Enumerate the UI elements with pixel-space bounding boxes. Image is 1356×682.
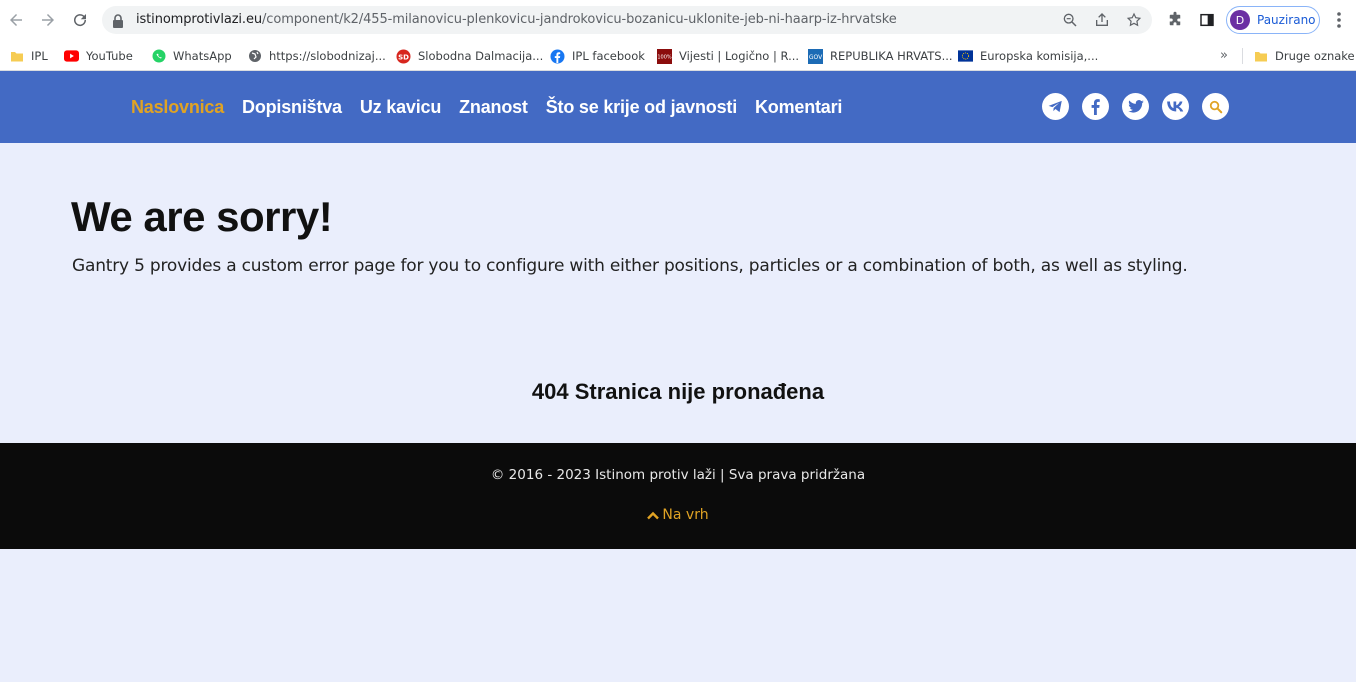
bookmark-ipl[interactable]: IPL (9, 46, 48, 66)
back-button[interactable] (4, 8, 28, 32)
folder-icon (1253, 49, 1268, 64)
bookmark-other[interactable]: Druge oznake (1253, 46, 1355, 66)
bookmark-label: YouTube (86, 49, 133, 63)
eu-flag-icon (958, 49, 973, 64)
bookmark-slobodna-dalmacija[interactable]: SD Slobodna Dalmacija... (396, 46, 543, 66)
menu-item-sto-se-krije[interactable]: Što se krije od javnosti (546, 97, 737, 118)
bookmark-whatsapp[interactable]: WhatsApp (151, 46, 232, 66)
error-description: Gantry 5 provides a custom error page fo… (72, 256, 1188, 276)
svg-text:SD: SD (398, 53, 409, 61)
arrow-left-icon (10, 14, 22, 26)
error-content: We are sorry! Gantry 5 provides a custom… (0, 143, 1356, 443)
site-footer: © 2016 - 2023 Istinom protiv laži | Sva … (0, 443, 1356, 549)
bookmark-slobodnizaj[interactable]: https://slobodnizaj... (247, 46, 386, 66)
svg-text:GOV: GOV (809, 54, 823, 61)
menu-item-dopisnistva[interactable]: Dopisništva (242, 97, 342, 118)
folder-icon (9, 49, 24, 64)
social-links (1042, 93, 1229, 120)
address-bar[interactable]: istinomprotivlazi.eu/component/k2/455-mi… (102, 6, 1152, 34)
back-to-top-label: Na vrh (662, 507, 709, 523)
reload-button[interactable] (68, 8, 92, 32)
facebook-icon[interactable] (1082, 93, 1109, 120)
facebook-icon (550, 49, 565, 64)
back-to-top-link[interactable]: Na vrh (647, 507, 709, 523)
bookmark-label: WhatsApp (173, 49, 232, 63)
bookmark-republika-hrvatska[interactable]: GOV REPUBLIKA HRVATS... (808, 46, 953, 66)
bookmark-label: REPUBLIKA HRVATS... (830, 49, 953, 63)
bookmarks-divider (1242, 48, 1243, 64)
url-text: istinomprotivlazi.eu/component/k2/455-mi… (136, 12, 897, 27)
menu-item-komentari[interactable]: Komentari (755, 97, 842, 118)
bookmark-star-icon[interactable] (1124, 10, 1144, 30)
bookmark-ipl-facebook[interactable]: IPL facebook (550, 46, 645, 66)
menu-kebab-icon[interactable] (1328, 9, 1350, 31)
svg-text:100%: 100% (657, 54, 672, 60)
browser-toolbar: istinomprotivlazi.eu/component/k2/455-mi… (0, 0, 1356, 40)
menu-item-uz-kavicu[interactable]: Uz kavicu (360, 97, 441, 118)
twitter-icon[interactable] (1122, 93, 1149, 120)
side-panel-icon[interactable] (1196, 9, 1218, 31)
main-menu: Naslovnica Dopisništva Uz kavicu Znanost… (131, 97, 842, 118)
bookmark-label: IPL (31, 49, 48, 63)
share-icon[interactable] (1092, 10, 1112, 30)
vk-icon[interactable] (1162, 93, 1189, 120)
zoom-icon[interactable] (1060, 10, 1080, 30)
profile-button[interactable]: D Pauzirano (1226, 6, 1320, 34)
sd-icon: SD (396, 49, 411, 64)
bookmark-vijesti-logicno[interactable]: 100% Vijesti | Logično | R... (657, 46, 799, 66)
bookmark-europska-komisija[interactable]: Europska komisija,... (958, 46, 1098, 66)
url-path: /component/k2/455-milanovicu-plenkovicu-… (262, 12, 897, 27)
bookmark-label: Slobodna Dalmacija... (418, 49, 544, 63)
bookmarks-overflow-button[interactable]: » (1220, 48, 1228, 63)
lock-icon (112, 13, 124, 32)
site-header: Naslovnica Dopisništva Uz kavicu Znanost… (0, 71, 1356, 143)
search-icon[interactable] (1202, 93, 1229, 120)
error-title: We are sorry! (71, 193, 333, 240)
extensions-icon[interactable] (1164, 9, 1186, 31)
globe-icon (247, 49, 262, 64)
page-background (0, 549, 1356, 682)
copyright-text: © 2016 - 2023 Istinom protiv laži | Sva … (490, 467, 866, 483)
youtube-icon (64, 49, 79, 64)
hr-icon: GOV (808, 48, 823, 64)
whatsapp-icon (151, 49, 166, 64)
bookmarks-bar: IPL YouTube WhatsApp https://slobodnizaj… (0, 40, 1356, 71)
forward-button[interactable] (36, 8, 60, 32)
menu-item-znanost[interactable]: Znanost (459, 97, 528, 118)
bookmark-youtube[interactable]: YouTube (64, 46, 133, 66)
profile-label: Pauzirano (1257, 13, 1316, 27)
not-found-message: 404 Stranica nije pronađena (531, 379, 825, 404)
bookmark-label: Europska komisija,... (980, 49, 1099, 63)
bookmark-label: IPL facebook (572, 49, 645, 63)
bookmark-label: Vijesti | Logično | R... (679, 49, 800, 63)
reload-icon (74, 14, 87, 27)
bookmark-label: https://slobodnizaj... (269, 49, 386, 63)
avatar: D (1230, 10, 1250, 30)
back-to-top: Na vrh (0, 507, 1356, 524)
arrow-right-icon (42, 14, 54, 26)
url-host: istinomprotivlazi.eu (136, 12, 263, 27)
bookmark-label: Druge oznake (1275, 49, 1355, 63)
logicno-icon: 100% (657, 48, 672, 64)
chevron-up-icon (647, 511, 660, 519)
telegram-icon[interactable] (1042, 93, 1069, 120)
menu-item-naslovnica[interactable]: Naslovnica (131, 97, 224, 118)
